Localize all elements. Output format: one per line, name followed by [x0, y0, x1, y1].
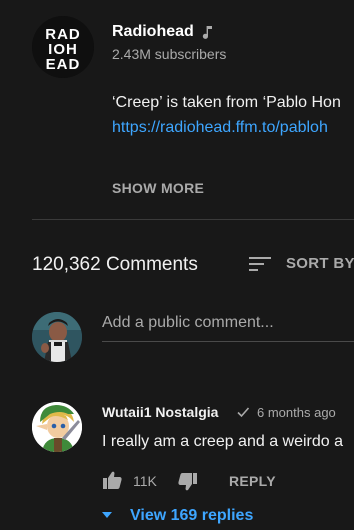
show-more-button[interactable]: SHOW MORE — [112, 180, 204, 196]
sort-icon[interactable] — [248, 255, 272, 273]
channel-name[interactable]: Radiohead — [112, 23, 194, 41]
caret-down-icon — [102, 512, 112, 518]
description-text: ‘Creep’ is taken from ‘Pablo Hon — [112, 94, 341, 111]
music-note-icon — [202, 26, 212, 39]
comment-timestamp[interactable]: 6 months ago — [257, 405, 336, 420]
add-comment-input[interactable]: Add a public comment... — [102, 314, 274, 332]
user-avatar — [32, 312, 82, 362]
divider — [32, 219, 354, 220]
thumbs-down-icon[interactable] — [178, 472, 198, 492]
comments-count: 120,362 Comments — [32, 254, 198, 275]
channel-avatar[interactable]: RAD IOH EAD — [32, 16, 94, 78]
add-comment-underline — [102, 341, 354, 342]
reply-button[interactable]: REPLY — [229, 473, 276, 489]
thumbs-up-icon[interactable] — [102, 470, 122, 490]
description-link[interactable]: https://radiohead.ffm.to/pabloh — [112, 119, 328, 137]
video-description-and-comments: RAD IOH EAD Radiohead 2.43M subscribers … — [0, 0, 354, 530]
commenter-avatar[interactable] — [32, 402, 82, 452]
comment-text: I really am a creep and a weirdo a — [102, 433, 344, 450]
view-replies-label: View 169 replies — [130, 507, 254, 524]
checkmark-icon — [237, 407, 250, 418]
subscriber-count: 2.43M subscribers — [112, 46, 227, 62]
logo-line-3: EAD — [46, 56, 81, 73]
comment-author[interactable]: Wutaii1 Nostalgia — [102, 404, 218, 420]
like-count: 11K — [133, 473, 157, 489]
sort-by-button[interactable]: SORT BY — [286, 255, 354, 272]
